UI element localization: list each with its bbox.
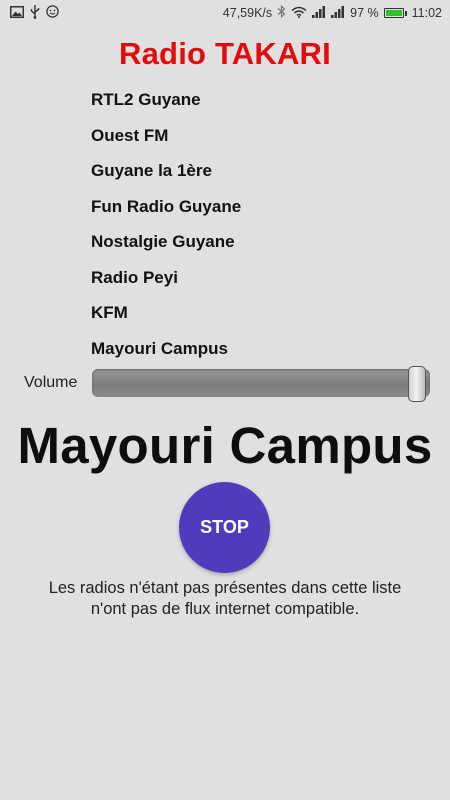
smiley-icon <box>46 5 59 21</box>
status-bar: 47,59K/s 97 % 11:02 <box>0 0 450 26</box>
station-item-radio-peyi[interactable]: Radio Peyi <box>91 264 241 300</box>
network-speed: 47,59K/s <box>222 6 273 20</box>
station-item-guyane-la-1ere[interactable]: Guyane la 1ère <box>91 157 241 193</box>
battery-percent: 97 % <box>350 6 379 20</box>
signal-icon <box>312 5 326 21</box>
station-item-rtl2-guyane[interactable]: RTL2 Guyane <box>91 86 241 122</box>
volume-control: Volume <box>24 365 432 403</box>
image-icon <box>10 5 24 21</box>
volume-label: Volume <box>24 374 78 391</box>
now-playing-title: Mayouri Campus <box>17 417 433 474</box>
wifi-icon <box>291 6 307 21</box>
stop-button[interactable]: STOP <box>179 482 270 573</box>
station-item-nostalgie-guyane[interactable]: Nostalgie Guyane <box>91 228 241 264</box>
station-list: RTL2 Guyane Ouest FM Guyane la 1ère Fun … <box>91 86 241 370</box>
notice-line-1: Les radios n'étant pas présentes dans ce… <box>48 579 402 597</box>
signal-icon <box>331 5 345 21</box>
bluetooth-icon <box>277 4 286 21</box>
clock: 11:02 <box>411 6 442 20</box>
usb-icon <box>30 4 40 22</box>
app-title: Radio TAKARI <box>119 36 331 71</box>
notice-text: Les radios n'étant pas présentes dans ce… <box>0 578 450 620</box>
battery-icon <box>383 8 407 18</box>
volume-slider[interactable] <box>92 366 430 402</box>
volume-slider-thumb[interactable] <box>408 366 426 402</box>
station-item-ouest-fm[interactable]: Ouest FM <box>91 122 241 158</box>
status-bar-left <box>10 4 59 22</box>
status-bar-right: 47,59K/s 97 % 11:02 <box>222 4 442 21</box>
station-item-fun-radio-guyane[interactable]: Fun Radio Guyane <box>91 193 241 229</box>
notice-line-2: n'ont pas de flux internet compatible. <box>90 600 360 618</box>
station-item-kfm[interactable]: KFM <box>91 299 241 335</box>
